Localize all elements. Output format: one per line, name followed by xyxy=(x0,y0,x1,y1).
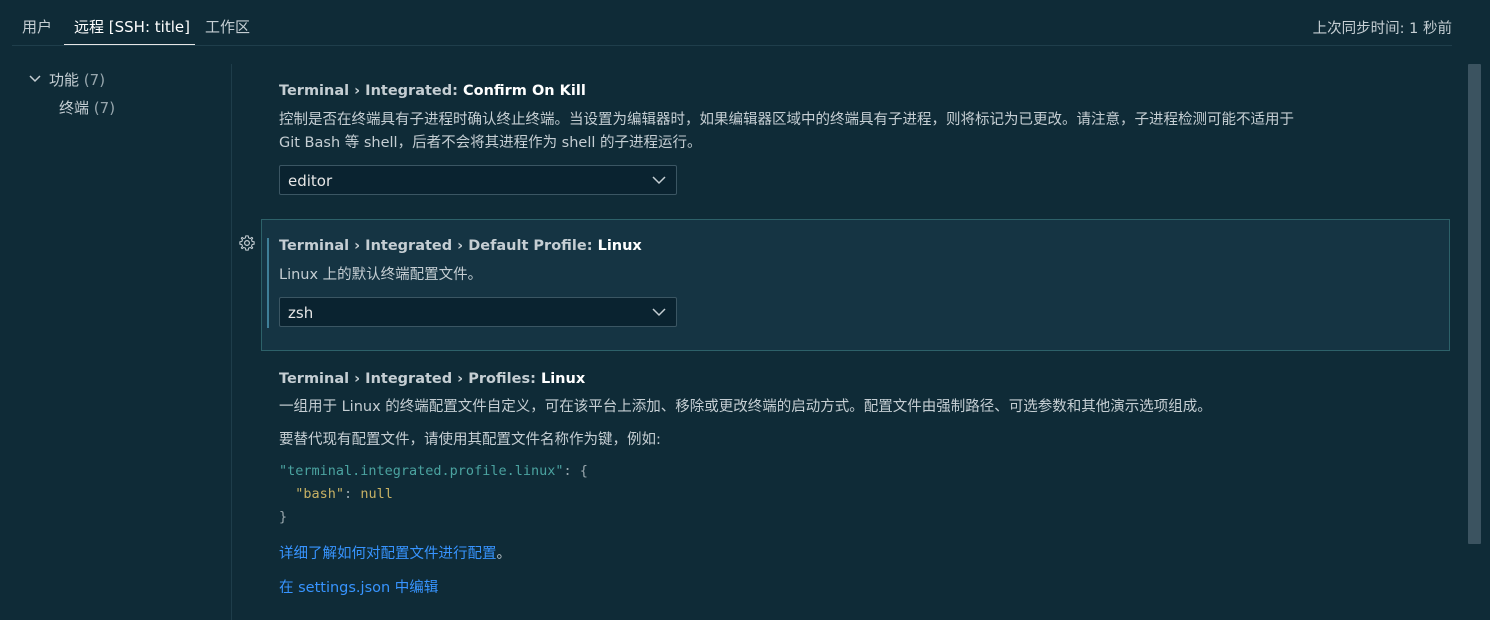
gear-icon[interactable] xyxy=(238,234,256,252)
code-key: "bash" xyxy=(295,486,345,502)
code-punctuation: : xyxy=(344,486,361,502)
chevron-down-icon[interactable] xyxy=(28,72,42,86)
tab-remote-ssh[interactable]: 远程 [SSH: title] xyxy=(74,16,190,37)
setting-description: 控制是否在终端具有子进程时确认终止终端。当设置为编辑器时，如果编辑器区域中的终端… xyxy=(279,109,1439,155)
setting-description: 一组用于 Linux 的终端配置文件自定义，可在该平台上添加、移除或更改终端的启… xyxy=(279,399,1212,415)
tab-workspace[interactable]: 工作区 xyxy=(205,16,250,37)
code-value: null xyxy=(360,486,393,502)
modified-indicator xyxy=(267,238,269,328)
description-line: Git Bash 等 shell，后者不会将其进程作为 shell 的子进程运行… xyxy=(279,135,702,151)
code-line: "bash": null xyxy=(279,483,588,506)
code-key: "terminal.integrated.profile.linux" xyxy=(279,463,564,479)
sync-status: 上次同步时间: 1 秒前 xyxy=(1312,21,1452,37)
learn-more-link-row: 详细了解如何对配置文件进行配置。 xyxy=(279,542,511,563)
description-line: 控制是否在终端具有子进程时确认终止终端。当设置为编辑器时，如果编辑器区域中的终端… xyxy=(279,112,1294,128)
toc-item-terminal[interactable]: 终端 (7) xyxy=(59,97,115,118)
setting-title: Terminal › Integrated › Default Profile:… xyxy=(279,238,642,254)
setting-title: Terminal › Integrated › Profiles: Linux xyxy=(279,371,585,387)
settings-scope-tabs: 用户 远程 [SSH: title] 工作区 上次同步时间: 1 秒前 xyxy=(0,0,1490,46)
setting-category: Terminal › Integrated › Default Profile: xyxy=(279,238,598,254)
edit-in-settings-json-link[interactable]: 在 settings.json 中编辑 xyxy=(279,576,438,597)
setting-key: Linux xyxy=(540,371,586,387)
code-line: } xyxy=(279,509,288,525)
chevron-down-icon xyxy=(652,176,666,185)
toc-item-count: (7) xyxy=(83,71,106,89)
toc-item-count: (7) xyxy=(93,99,116,117)
code-line: "terminal.integrated.profile.linux": { xyxy=(279,460,588,483)
tab-user[interactable]: 用户 xyxy=(22,16,52,37)
link-suffix: 。 xyxy=(496,546,512,562)
setting-key: Confirm On Kill xyxy=(462,83,586,99)
toc-item-features[interactable]: 功能 (7) xyxy=(49,69,105,90)
setting-category: Terminal › Integrated: xyxy=(279,83,463,99)
toc-item-label: 终端 xyxy=(59,99,90,117)
setting-description: Linux 上的默认终端配置文件。 xyxy=(279,267,483,283)
learn-more-link[interactable]: 详细了解如何对配置文件进行配置 xyxy=(279,546,497,562)
code-punctuation: : { xyxy=(563,463,588,479)
vertical-scrollbar[interactable] xyxy=(1468,64,1481,544)
default-profile-dropdown[interactable]: zsh xyxy=(279,297,677,327)
code-example: "terminal.integrated.profile.linux": { "… xyxy=(279,460,588,529)
header-divider xyxy=(12,45,1452,46)
toc-divider xyxy=(231,64,232,620)
setting-description: 要替代现有配置文件，请使用其配置文件名称作为键，例如: xyxy=(279,432,661,448)
toc-item-label: 功能 xyxy=(49,71,80,89)
setting-title: Terminal › Integrated: Confirm On Kill xyxy=(279,83,586,99)
setting-key: Linux xyxy=(597,238,642,254)
chevron-down-icon xyxy=(652,308,666,317)
confirm-on-kill-dropdown[interactable]: editor xyxy=(279,165,677,195)
dropdown-value: editor xyxy=(288,172,333,190)
setting-category: Terminal › Integrated › Profiles: xyxy=(279,371,541,387)
dropdown-value: zsh xyxy=(288,304,314,322)
